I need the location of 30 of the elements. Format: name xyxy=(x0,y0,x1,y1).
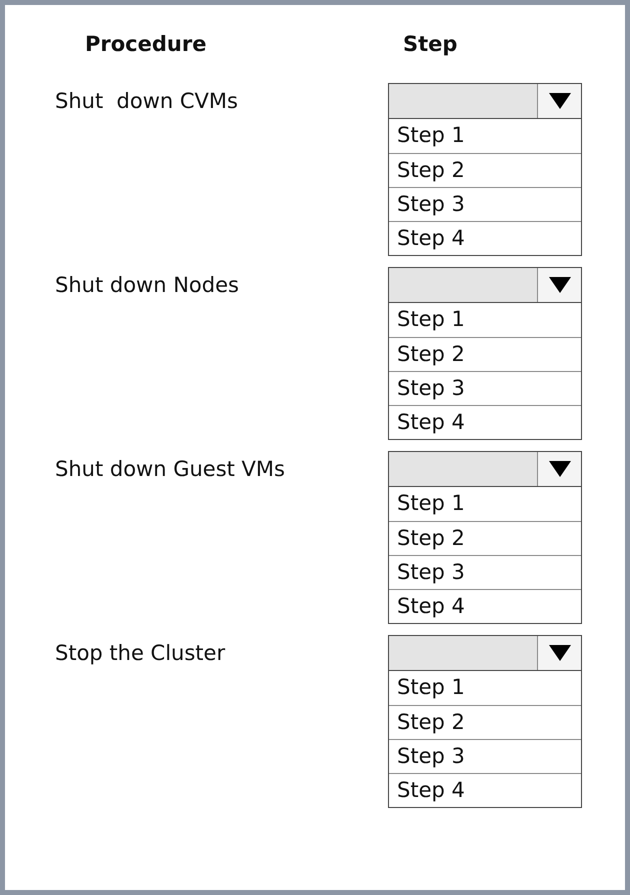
column-heading: Procedure xyxy=(85,31,208,58)
step-dropdown[interactable] xyxy=(388,83,582,119)
caret-icon xyxy=(548,277,570,293)
step-option[interactable]: Step 3 xyxy=(389,739,581,773)
step-option[interactable]: Step 1 xyxy=(389,671,581,705)
procedure-label: Stop the Cluster xyxy=(55,641,226,665)
caret-icon xyxy=(548,461,570,477)
step-option[interactable]: Step 2 xyxy=(389,337,581,371)
step-option[interactable]: Step 4 xyxy=(389,589,581,623)
step-option[interactable]: Step 3 xyxy=(389,555,581,589)
step-option[interactable]: Step 2 xyxy=(389,153,581,187)
step-option[interactable]: Step 4 xyxy=(389,405,581,439)
step-option[interactable]: Step 3 xyxy=(389,371,581,405)
step-dropdown[interactable] xyxy=(388,267,582,303)
step-option[interactable]: Step 1 xyxy=(389,119,581,153)
step-option[interactable]: Step 1 xyxy=(389,303,581,337)
column-heading: Step xyxy=(403,31,458,58)
caret-icon xyxy=(548,93,570,109)
step-option[interactable]: Step 3 xyxy=(389,187,581,221)
caret-icon xyxy=(548,645,570,661)
step-option[interactable]: Step 2 xyxy=(389,705,581,739)
procedure-label: Shut down Nodes xyxy=(55,273,239,297)
step-option[interactable]: Step 2 xyxy=(389,521,581,555)
step-dropdown[interactable] xyxy=(388,635,582,671)
step-option[interactable]: Step 4 xyxy=(389,221,581,255)
step-option[interactable]: Step 4 xyxy=(389,773,581,807)
procedure-label: Shut down Guest VMs xyxy=(55,457,285,481)
step-dropdown[interactable] xyxy=(388,451,582,487)
procedure-label: Shut down CVMs xyxy=(55,89,238,113)
step-option[interactable]: Step 1 xyxy=(389,487,581,521)
